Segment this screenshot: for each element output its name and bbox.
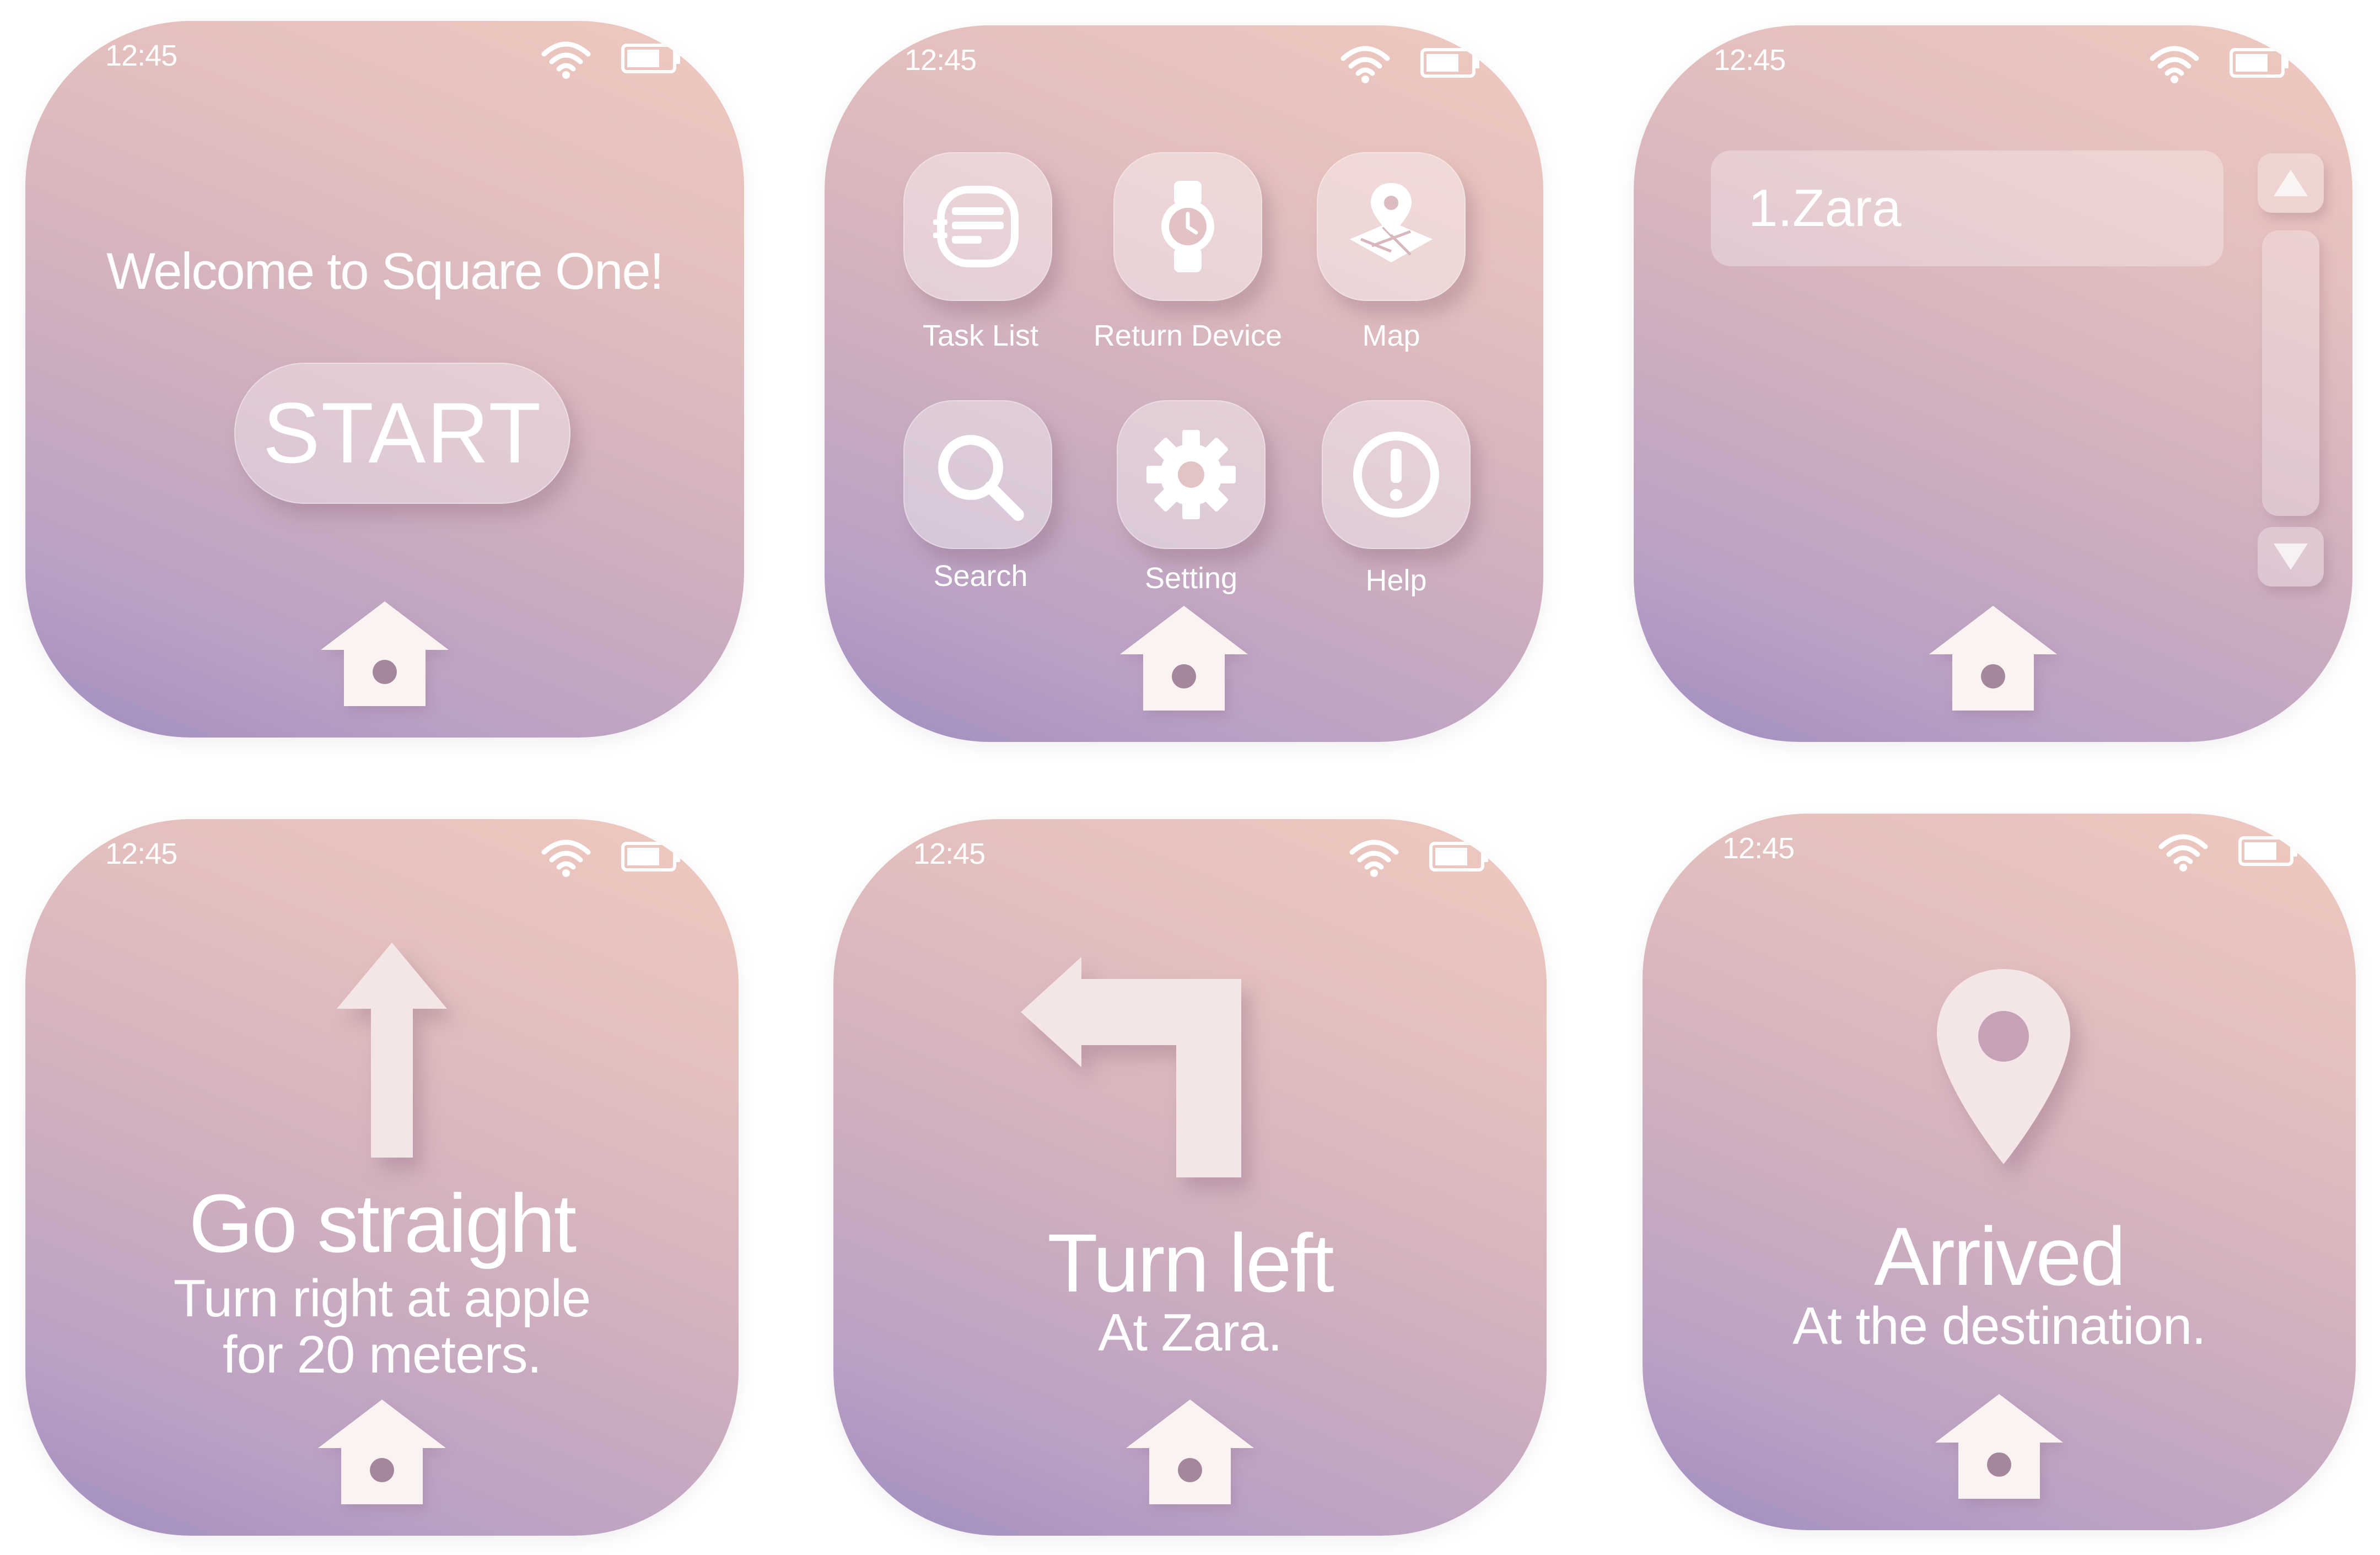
search-button[interactable] [903, 400, 1052, 549]
instruction-title: Turn left [1047, 1217, 1334, 1309]
arrow-up-icon [337, 943, 447, 1158]
gear-icon [1146, 430, 1236, 519]
battery-icon [621, 42, 681, 75]
task-list-label: Task List [922, 319, 1039, 352]
status-time: 12:45 [913, 837, 986, 870]
scrollbar[interactable] [2262, 230, 2319, 516]
status-time: 12:45 [1722, 832, 1795, 865]
start-button[interactable]: START [234, 363, 570, 504]
scroll-down-button[interactable] [2258, 527, 2324, 587]
scroll-up-button[interactable] [2258, 153, 2324, 213]
instruction-subtitle-line2: for 20 meters. [222, 1325, 542, 1384]
home-icon[interactable] [319, 599, 451, 707]
wifi-icon [2149, 42, 2200, 86]
location-pin-icon [1937, 969, 2070, 1164]
help-button[interactable] [1322, 400, 1471, 549]
status-time: 12:45 [904, 44, 977, 77]
battery-icon [1429, 840, 1489, 873]
watch-icon [1161, 181, 1214, 272]
triangle-down-icon [2274, 544, 2308, 570]
instruction-subtitle-line1: Turn right at apple [173, 1269, 591, 1328]
home-icon[interactable] [1927, 604, 2059, 712]
instruction-title: Arrived [1873, 1210, 2126, 1303]
setting-button[interactable] [1117, 400, 1266, 549]
home-icon[interactable] [1124, 1397, 1256, 1505]
welcome-screen: 12:45 Welcome to Square One! START [25, 21, 744, 738]
arrived-screen: 12:45 Arrived At the destination. [1643, 814, 2356, 1530]
list-item[interactable]: 1.Zara [1711, 150, 2223, 266]
home-icon[interactable] [1118, 604, 1250, 712]
task-list-icon [933, 186, 1019, 267]
wifi-icon [1340, 42, 1391, 86]
battery-icon [2229, 46, 2290, 79]
battery-icon [621, 840, 681, 873]
go-straight-screen: 12:45 Go straight Turn right at apple fo… [25, 819, 739, 1536]
status-time: 12:45 [105, 837, 177, 870]
instruction-subtitle: At the destination. [1792, 1296, 2206, 1355]
help-label: Help [1365, 564, 1427, 597]
search-icon [938, 435, 1024, 521]
wifi-icon [541, 37, 591, 82]
wifi-icon [541, 836, 591, 880]
instruction-title: Go straight [189, 1177, 577, 1269]
triangle-up-icon [2274, 170, 2308, 196]
task-list-screen: 12:45 1.Zara [1634, 25, 2352, 742]
setting-label: Setting [1144, 562, 1238, 595]
wifi-icon [1349, 836, 1399, 880]
welcome-text: Welcome to Square One! [106, 242, 664, 300]
wifi-icon [2158, 830, 2209, 874]
status-time: 12:45 [105, 39, 177, 72]
turn-left-arrow-icon [1021, 957, 1241, 1177]
home-icon[interactable] [1933, 1392, 2065, 1500]
map-icon [1350, 183, 1433, 262]
turn-left-screen: 12:45 Turn left At Zara. [833, 819, 1547, 1536]
task-list-button[interactable] [903, 152, 1052, 301]
status-time: 12:45 [1714, 44, 1786, 77]
battery-icon [2238, 835, 2298, 868]
home-icon[interactable] [316, 1397, 448, 1505]
instruction-subtitle: At Zara. [1098, 1303, 1282, 1362]
menu-screen: 12:45 Task List Return Device Map Search… [825, 25, 1543, 742]
map-label: Map [1362, 319, 1420, 352]
return-device-label: Return Device [1093, 319, 1283, 352]
alert-icon [1353, 432, 1439, 518]
return-device-button[interactable] [1113, 152, 1262, 301]
search-label: Search [933, 559, 1028, 593]
map-button[interactable] [1317, 152, 1466, 301]
battery-icon [1420, 46, 1480, 79]
